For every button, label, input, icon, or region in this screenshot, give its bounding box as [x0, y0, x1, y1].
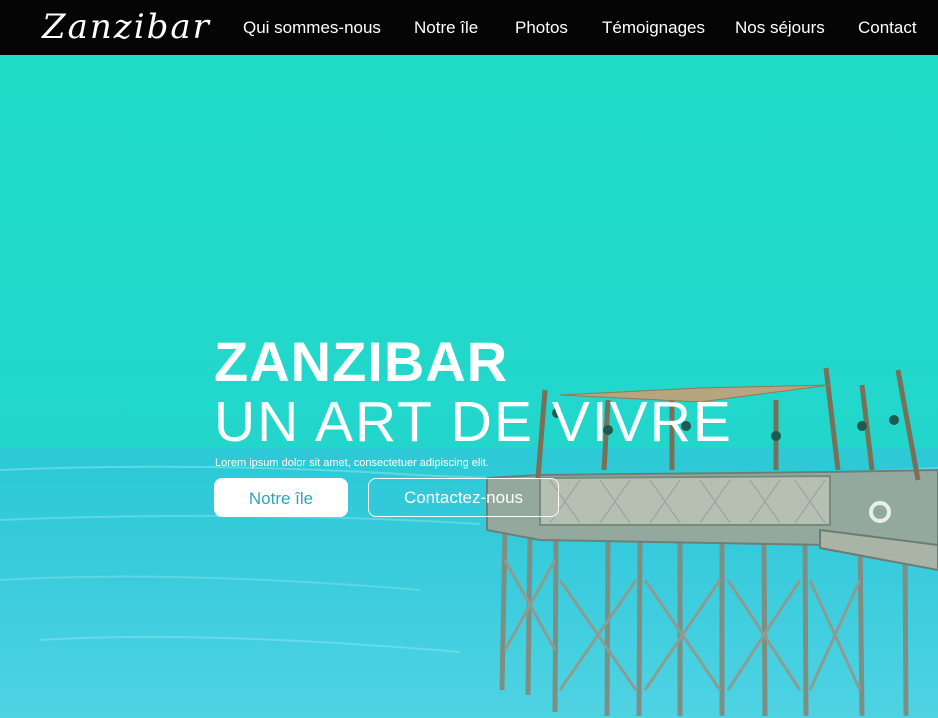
hero-subtitle: UN ART DE VIVRE — [214, 390, 733, 454]
hero-tagline: Lorem ipsum dolor sit amet, consectetuer… — [215, 457, 489, 469]
site-logo[interactable]: Zanzibar — [42, 6, 211, 48]
nav-link-photos[interactable]: Photos — [515, 17, 568, 39]
nav-link-nos-sejours[interactable]: Nos séjours — [735, 17, 825, 39]
hero-section: ZANZIBAR UN ART DE VIVRE Lorem ipsum dol… — [0, 55, 938, 718]
nav-link-notre-ile[interactable]: Notre île — [414, 17, 478, 39]
hero-title: ZANZIBAR — [214, 330, 509, 393]
nav-link-contact[interactable]: Contact — [858, 17, 917, 39]
nav-link-temoignages[interactable]: Témoignages — [602, 17, 705, 39]
top-navbar: Zanzibar Qui sommes-nous Notre île Photo… — [0, 0, 938, 55]
nav-link-qui-sommes-nous[interactable]: Qui sommes-nous — [243, 17, 381, 39]
notre-ile-button[interactable]: Notre île — [214, 478, 348, 517]
contactez-nous-button[interactable]: Contactez-nous — [368, 478, 559, 517]
